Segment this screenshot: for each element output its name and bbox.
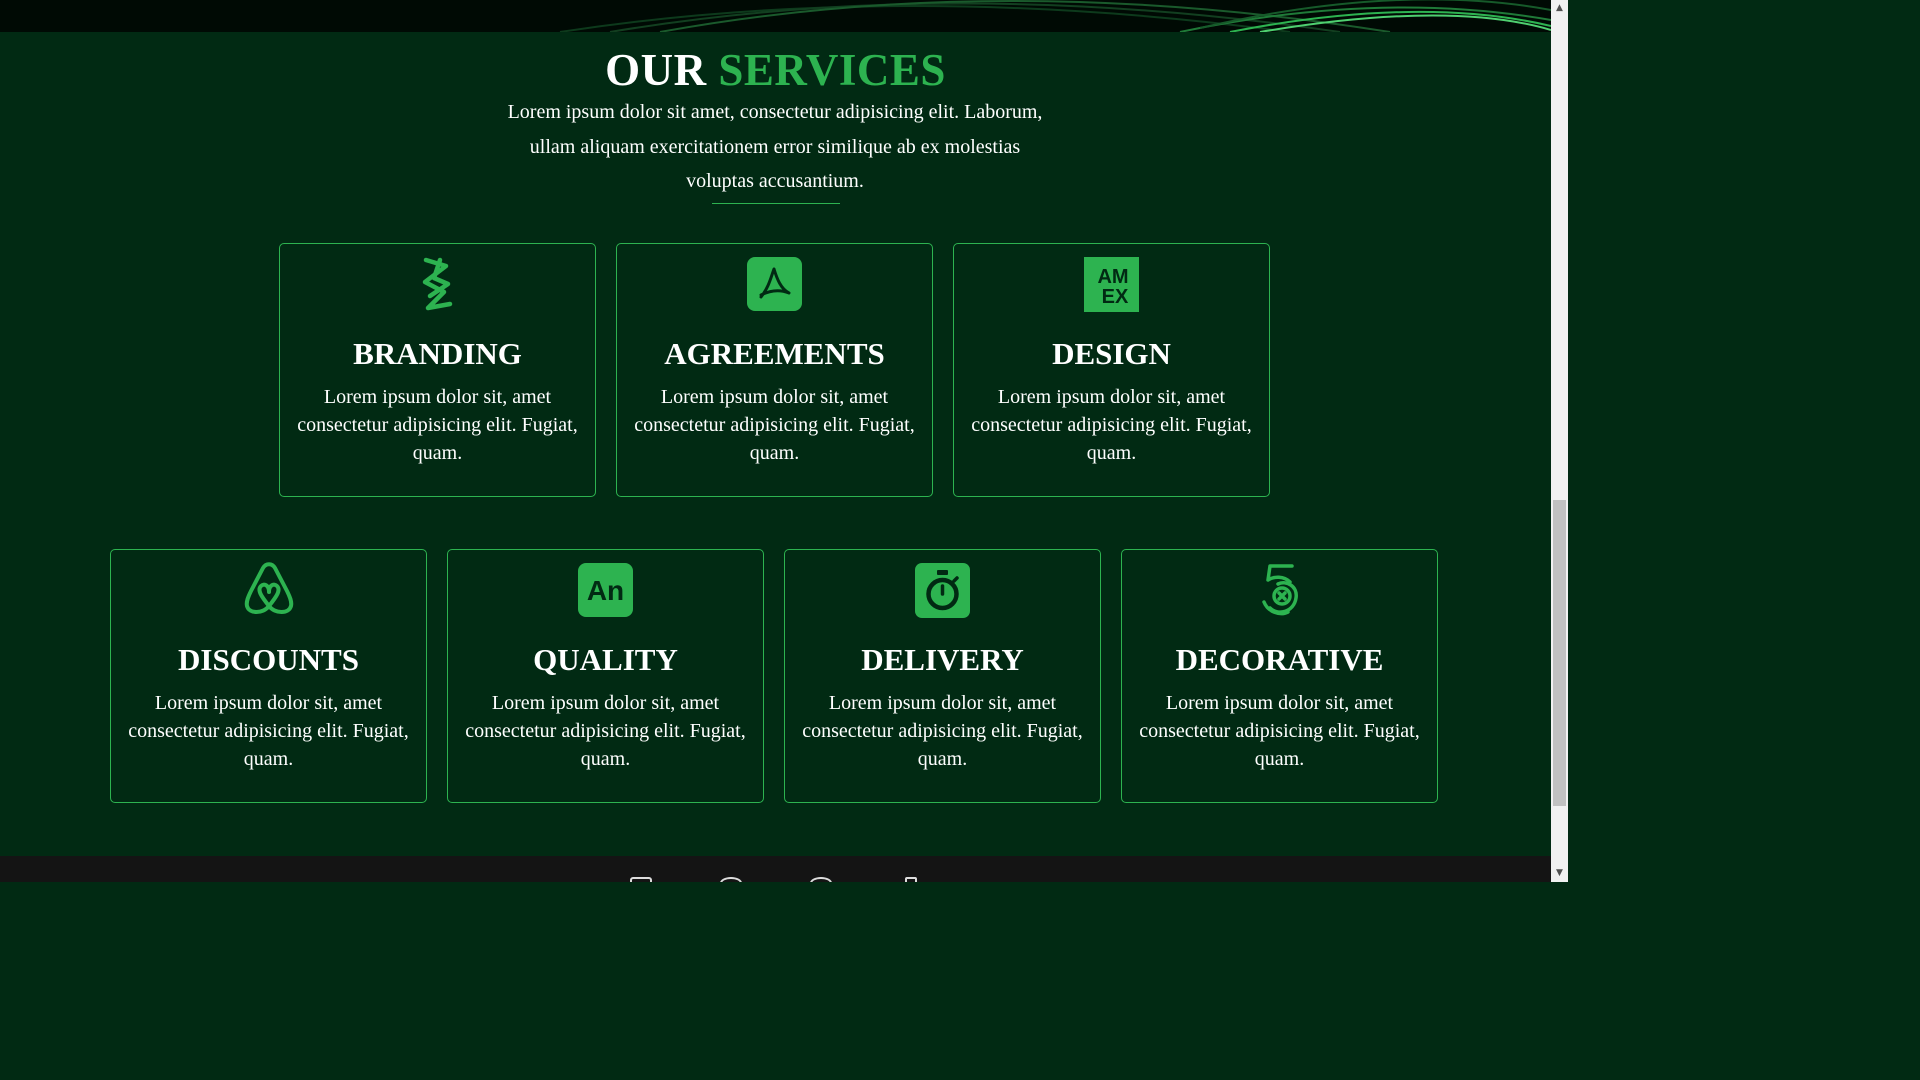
card-title: DESIGN — [1052, 336, 1171, 371]
card-title: DECORATIVE — [1175, 642, 1384, 677]
scroll-up-arrow-icon[interactable]: ▲ — [1551, 0, 1568, 17]
hero-bottom-decoration — [0, 0, 1551, 32]
scroll-down-arrow-icon[interactable]: ▼ — [1551, 865, 1568, 882]
title-main: OUR — [605, 45, 707, 95]
service-card-branding: BRANDING Lorem ipsum dolor sit, amet con… — [279, 243, 596, 497]
service-card-decorative: DECORATIVE Lorem ipsum dolor sit, amet c… — [1121, 549, 1438, 803]
service-card-agreements: AGREEMENTS Lorem ipsum dolor sit, amet c… — [616, 243, 933, 497]
card-text: Lorem ipsum dolor sit, amet consectetur … — [1139, 692, 1420, 770]
adobe-animate-icon: An — [578, 562, 634, 618]
acrobat-pdf-icon — [747, 256, 803, 312]
card-title: DELIVERY — [861, 642, 1024, 677]
amex-icon: AM EX — [1084, 256, 1140, 312]
footer-strip — [0, 856, 1551, 882]
confluence-icon — [410, 256, 466, 312]
service-card-discounts: DISCOUNTS Lorem ipsum dolor sit, amet co… — [110, 549, 427, 803]
card-title: DISCOUNTS — [178, 642, 359, 677]
services-section: OUR SERVICES Lorem ipsum dolor sit amet,… — [0, 32, 1551, 856]
services-title: OUR SERVICES — [0, 44, 1551, 96]
card-title: QUALITY — [533, 642, 678, 677]
service-card-design: AM EX DESIGN Lorem ipsum dolor sit, amet… — [953, 243, 1270, 497]
animate-text: An — [587, 575, 624, 606]
airbnb-icon — [241, 562, 297, 618]
title-accent: SERVICES — [718, 45, 946, 95]
card-text: Lorem ipsum dolor sit, amet consectetur … — [465, 692, 746, 770]
footer-social-icon[interactable] — [810, 877, 832, 882]
card-text: Lorem ipsum dolor sit, amet consectetur … — [128, 692, 409, 770]
card-title: AGREEMENTS — [664, 336, 885, 371]
amex-top-text: AM — [1097, 266, 1128, 288]
footer-social-icon[interactable] — [905, 877, 917, 882]
amex-bottom-text: EX — [1102, 286, 1129, 308]
footer-social-icon[interactable] — [630, 877, 652, 882]
vertical-scrollbar[interactable]: ▲ ▼ — [1551, 0, 1568, 882]
card-text: Lorem ipsum dolor sit, amet consectetur … — [971, 386, 1252, 464]
card-text: Lorem ipsum dolor sit, amet consectetur … — [634, 386, 915, 464]
service-card-quality: An QUALITY Lorem ipsum dolor sit, amet c… — [447, 549, 764, 803]
stopwatch-icon — [915, 562, 971, 618]
services-intro: Lorem ipsum dolor sit amet, consectetur … — [507, 101, 1043, 192]
title-divider — [712, 203, 840, 204]
card-text: Lorem ipsum dolor sit, amet consectetur … — [297, 386, 578, 464]
scrollbar-thumb[interactable] — [1553, 500, 1566, 806]
500px-icon — [1252, 562, 1308, 618]
service-card-delivery: DELIVERY Lorem ipsum dolor sit, amet con… — [784, 549, 1101, 803]
footer-social-icon[interactable] — [720, 877, 742, 882]
card-title: BRANDING — [353, 336, 522, 371]
card-text: Lorem ipsum dolor sit, amet consectetur … — [802, 692, 1083, 770]
